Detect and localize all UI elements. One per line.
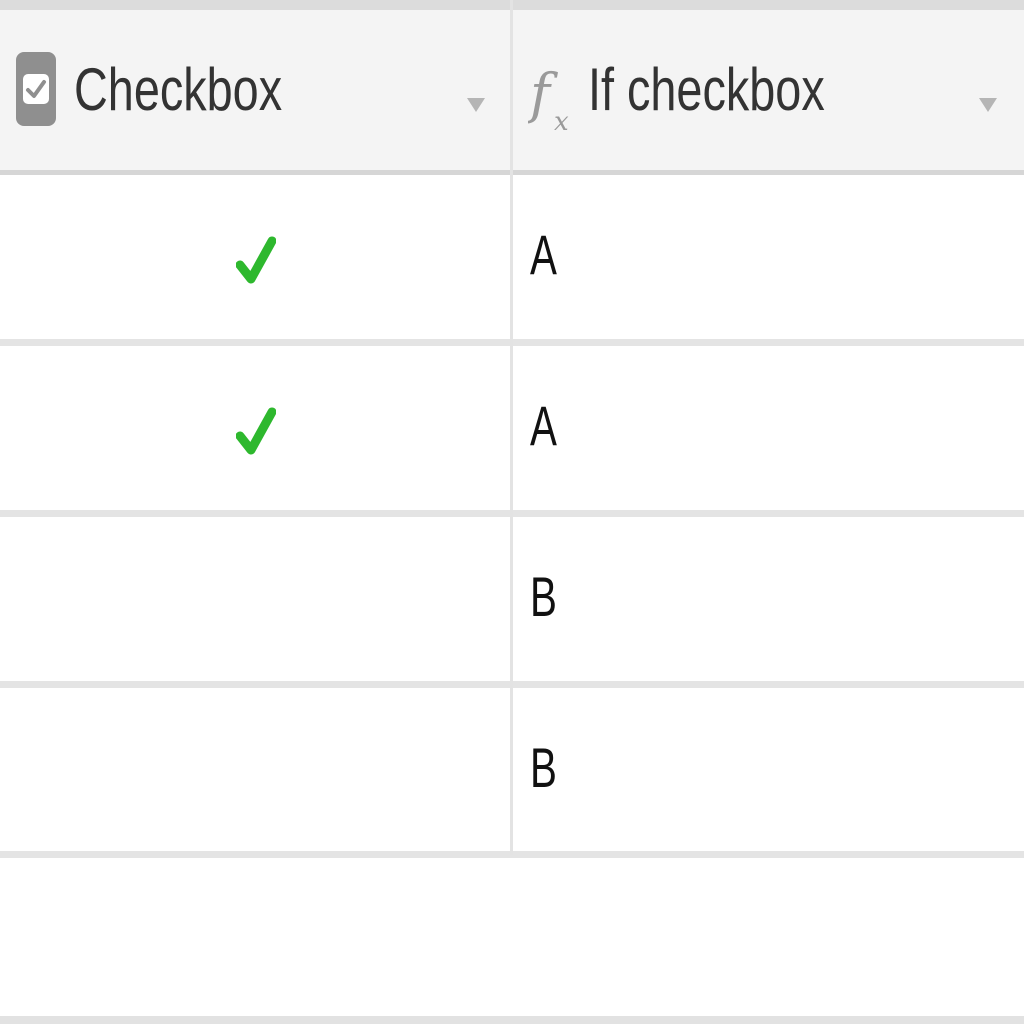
cell-value: A <box>530 223 557 286</box>
formula-cell[interactable]: B <box>513 688 1024 850</box>
table-grid: Checkbox f x If checkbox A A B B <box>0 0 1024 1024</box>
cell-value: B <box>530 565 557 628</box>
svg-text:x: x <box>554 107 569 137</box>
cell-value: B <box>530 736 557 799</box>
check-icon <box>236 236 276 284</box>
checkbox-cell[interactable] <box>0 346 510 508</box>
checkbox-cell[interactable] <box>0 517 510 679</box>
checkbox-field-icon <box>16 52 56 126</box>
chevron-down-icon[interactable] <box>467 98 485 112</box>
formula-cell[interactable]: B <box>513 517 1024 679</box>
column-header-label: Checkbox <box>74 56 283 123</box>
cell-value: A <box>530 394 557 457</box>
column-header-label: If checkbox <box>588 56 825 123</box>
checkbox-cell[interactable] <box>0 175 510 337</box>
formula-cell[interactable]: A <box>513 346 1024 508</box>
column-header-if-checkbox[interactable]: f x If checkbox <box>512 10 1024 170</box>
column-divider[interactable] <box>510 0 513 855</box>
formula-cell[interactable]: A <box>513 175 1024 337</box>
checkbox-cell[interactable] <box>0 688 510 850</box>
formula-fx-icon: f x <box>528 62 569 137</box>
chevron-down-icon[interactable] <box>979 98 997 112</box>
bottom-border <box>0 1016 1024 1024</box>
check-icon <box>236 407 276 455</box>
column-header-checkbox[interactable]: Checkbox <box>0 10 510 170</box>
